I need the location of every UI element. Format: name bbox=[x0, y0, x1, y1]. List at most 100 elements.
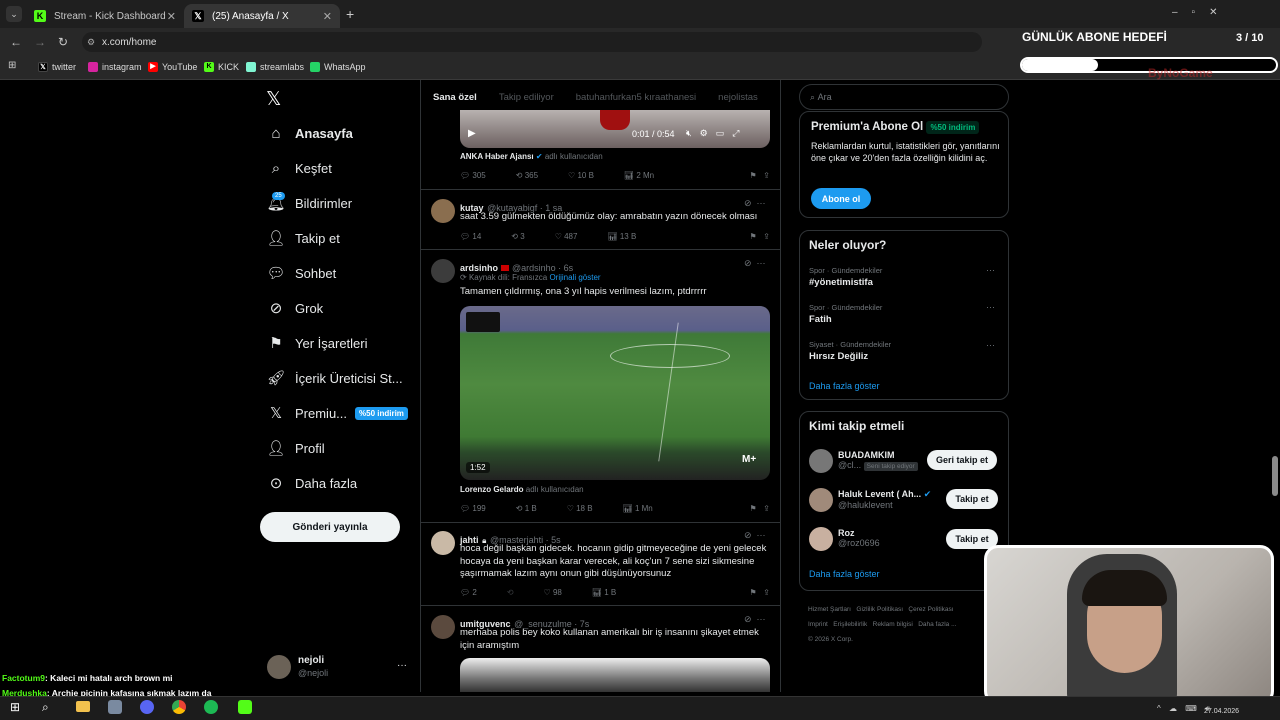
suggestion[interactable]: Haluk Levent ( Ah... ✔ @haluklevent bbox=[838, 489, 931, 510]
tab-list-kiraathanesi[interactable]: batuhanfurkan5 kıraathanesi bbox=[576, 92, 696, 103]
x-logo-icon[interactable]: 𝕏 bbox=[266, 88, 281, 111]
nav-explore[interactable]: ⌕ Keşfet bbox=[266, 157, 332, 179]
views-button[interactable]: 📊︎ 1 Mn bbox=[623, 504, 653, 513]
avatar[interactable] bbox=[431, 259, 455, 283]
account-avatar[interactable] bbox=[267, 655, 291, 679]
tab-list-nejolistas[interactable]: nejolistas bbox=[718, 92, 758, 103]
forward-icon[interactable]: → bbox=[34, 35, 46, 49]
reply-button[interactable]: 💬︎ 2 bbox=[460, 588, 477, 597]
search-icon[interactable]: ⌕ bbox=[42, 700, 49, 715]
post-button[interactable]: Gönderi yayınla bbox=[260, 512, 400, 542]
trend-item[interactable]: Spor · Gündemdekiler Fatih bbox=[809, 303, 882, 325]
nav-profile[interactable]: 👤︎ Profil bbox=[266, 437, 324, 459]
repost-button[interactable]: ⟲ 365 bbox=[516, 171, 538, 180]
tab-search-button[interactable]: ⌄ bbox=[6, 6, 22, 22]
trend-more-icon[interactable]: ··· bbox=[986, 340, 995, 350]
reply-button[interactable]: 💬︎ 14 bbox=[460, 232, 481, 241]
search-input[interactable]: ⌕ Ara bbox=[799, 84, 1009, 110]
apps-icon[interactable]: ⊞ bbox=[8, 60, 16, 71]
url-input[interactable]: x.com/home bbox=[82, 32, 982, 52]
nav-more[interactable]: ⊙ Daha fazla bbox=[266, 472, 357, 494]
avatar[interactable] bbox=[809, 527, 833, 551]
nav-creator-studio[interactable]: 🚀︎ İçerik Üreticisi St... bbox=[266, 367, 402, 389]
nav-home[interactable]: ⌂ Anasayfa bbox=[266, 122, 352, 144]
grok-more-icons[interactable]: ⊘ ··· bbox=[744, 198, 766, 209]
nav-bookmarks[interactable]: ⚑ Yer İşaretleri bbox=[266, 332, 367, 354]
bookmark-whatsapp[interactable]: WhatsApp bbox=[310, 60, 366, 74]
app-icon[interactable] bbox=[108, 700, 122, 714]
avatar[interactable] bbox=[809, 488, 833, 512]
bookmark-kick[interactable]: K KICK bbox=[204, 60, 239, 74]
page-scrollbar[interactable] bbox=[1272, 456, 1278, 496]
like-button[interactable]: ♡ 18 B bbox=[567, 504, 593, 513]
trend-item[interactable]: Siyaset · Gündemdekiler Hırsız Değiliz bbox=[809, 340, 891, 362]
trend-item[interactable]: Spor · Gündemdekiler #yönetimistifa bbox=[809, 266, 882, 288]
subscribe-button[interactable]: Abone ol bbox=[811, 188, 871, 209]
like-button[interactable]: ♡ 98 bbox=[544, 588, 562, 597]
nav-premium[interactable]: 𝕏 Premiu... %50 indirim bbox=[266, 402, 408, 424]
video-controls-icons[interactable]: 🔇︎⚙▭⤢ bbox=[686, 128, 747, 139]
kick-app-icon[interactable] bbox=[238, 700, 252, 714]
follow-back-button[interactable]: Geri takip et bbox=[927, 450, 997, 470]
bookmark-share-icons[interactable]: ⚑ ⇪ bbox=[749, 504, 770, 513]
grok-more-icons[interactable]: ⊘ ··· bbox=[744, 530, 766, 541]
bookmark-share-icons[interactable]: ⚑ ⇪ bbox=[749, 171, 770, 180]
grok-more-icons[interactable]: ⊘ ··· bbox=[744, 258, 766, 269]
views-button[interactable]: 📊︎ 1 B bbox=[592, 588, 616, 597]
flag-icon bbox=[501, 265, 510, 271]
back-icon[interactable]: ← bbox=[10, 35, 22, 49]
file-explorer-icon[interactable] bbox=[76, 701, 90, 712]
x-favicon-icon: 𝕏 bbox=[192, 10, 204, 22]
repost-button[interactable]: ⟲ 1 B bbox=[516, 504, 537, 513]
discord-icon[interactable] bbox=[140, 700, 154, 714]
bookmark-instagram[interactable]: instagram bbox=[88, 60, 142, 74]
reply-button[interactable]: 💬︎ 305 bbox=[460, 171, 486, 180]
show-original-link[interactable]: Orijinali göster bbox=[549, 273, 600, 282]
play-icon[interactable]: ▶ bbox=[468, 128, 476, 139]
suggestion[interactable]: Roz @roz0696 bbox=[838, 528, 880, 548]
views-button[interactable]: 📊︎ 13 B bbox=[607, 232, 636, 241]
bookmark-twitter[interactable]: 𝕏twitter bbox=[38, 60, 76, 74]
avatar[interactable] bbox=[809, 449, 833, 473]
spotify-icon[interactable] bbox=[204, 700, 218, 714]
video-player[interactable]: ▶ 0:01 / 0:54 🔇︎⚙▭⤢ bbox=[460, 110, 770, 148]
repost-button[interactable]: ⟲ 3 bbox=[511, 232, 524, 241]
trend-more-icon[interactable]: ··· bbox=[986, 265, 995, 275]
nav-chat[interactable]: 💬︎ Sohbet bbox=[266, 262, 336, 284]
nav-follow[interactable]: 👤︎ Takip et bbox=[266, 227, 339, 249]
suggestion[interactable]: BUADAMKIM @cl... Seni takip ediyor bbox=[838, 450, 918, 471]
follow-button[interactable]: Takip et bbox=[946, 489, 998, 509]
site-info-icon[interactable]: ⚙ bbox=[87, 37, 95, 48]
bookmark-youtube[interactable]: ▶ YouTube bbox=[148, 60, 197, 74]
avatar[interactable] bbox=[431, 531, 455, 555]
football-video[interactable]: 1:52 M+ bbox=[460, 306, 770, 480]
bookmark-share-icons[interactable]: ⚑ ⇪ bbox=[749, 588, 770, 597]
avatar[interactable] bbox=[431, 615, 455, 639]
tab-following[interactable]: Takip ediliyor bbox=[499, 92, 554, 103]
reload-icon[interactable]: ↻ bbox=[58, 35, 68, 49]
new-tab-icon[interactable]: + bbox=[346, 6, 354, 22]
trend-more-icon[interactable]: ··· bbox=[986, 302, 995, 312]
bookmark-streamlabs[interactable]: streamlabs bbox=[246, 60, 304, 74]
browser-tab-x[interactable]: 𝕏 (25) Anasayfa / X ✕ bbox=[184, 4, 340, 28]
browser-tab-kick[interactable]: K Stream - Kick Dashboard ✕ bbox=[26, 4, 184, 28]
trends-show-more[interactable]: Daha fazla göster bbox=[809, 381, 880, 391]
tweet-image[interactable] bbox=[460, 658, 770, 692]
chrome-icon[interactable] bbox=[172, 700, 186, 714]
close-tab-icon[interactable]: ✕ bbox=[167, 10, 176, 23]
nav-grok[interactable]: ⊘ Grok bbox=[266, 297, 323, 319]
grok-more-icons[interactable]: ⊘ ··· bbox=[744, 614, 766, 625]
account-more-icon[interactable]: ··· bbox=[397, 660, 407, 671]
who-show-more[interactable]: Daha fazla göster bbox=[809, 569, 880, 579]
views-button[interactable]: 📊︎ 2 Mn bbox=[624, 171, 654, 180]
like-button[interactable]: ♡ 10 B bbox=[568, 171, 594, 180]
bookmark-share-icons[interactable]: ⚑ ⇪ bbox=[749, 232, 770, 241]
repost-button[interactable]: ⟲ bbox=[507, 588, 514, 597]
close-tab-icon[interactable]: ✕ bbox=[323, 10, 332, 23]
avatar[interactable] bbox=[431, 199, 455, 223]
window-controls[interactable]: –▫✕ bbox=[1172, 7, 1232, 18]
like-button[interactable]: ♡ 487 bbox=[555, 232, 578, 241]
tab-for-you[interactable]: Sana özel bbox=[433, 92, 477, 103]
reply-button[interactable]: 💬︎ 199 bbox=[460, 504, 486, 513]
windows-start-icon[interactable]: ⊞ bbox=[10, 700, 20, 714]
